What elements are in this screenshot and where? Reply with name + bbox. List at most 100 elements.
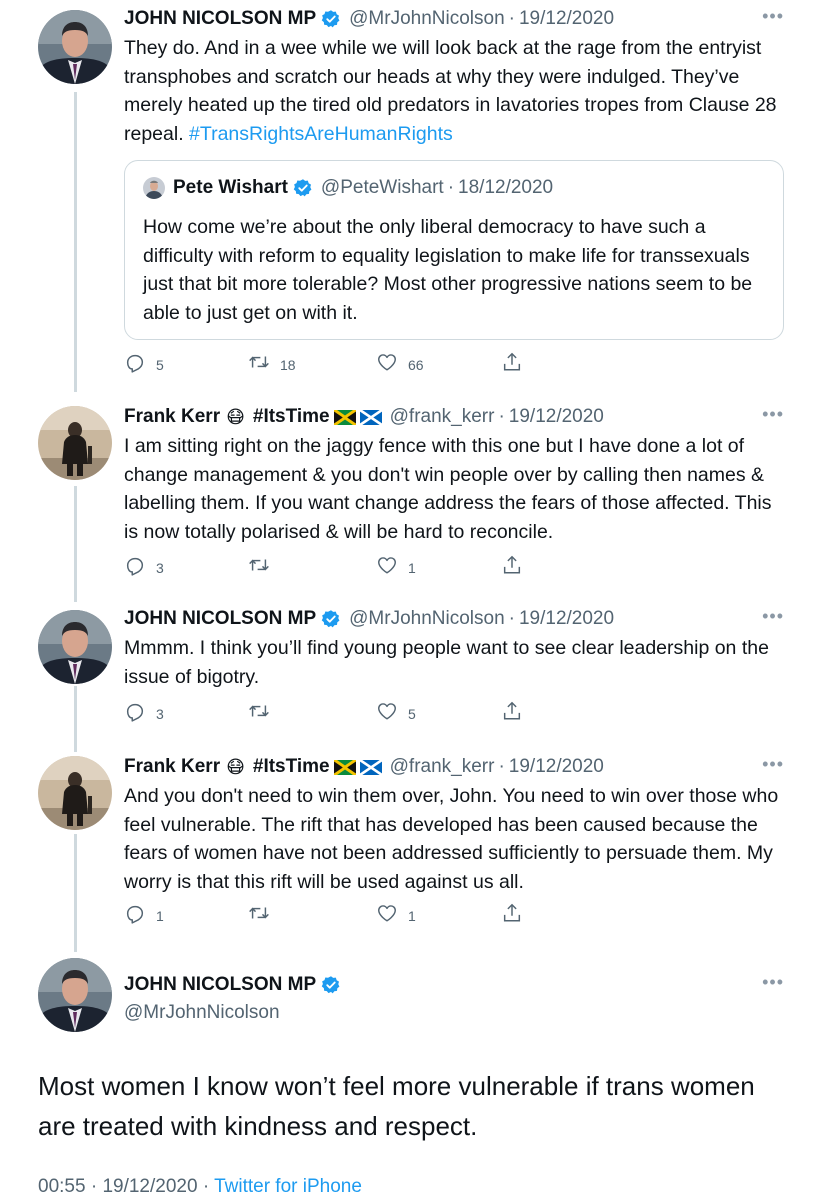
quoted-tweet-text: How come we’re about the only liberal de… <box>143 216 753 324</box>
avatar[interactable] <box>38 756 112 830</box>
more-icon[interactable]: ••• <box>762 754 784 775</box>
avatar[interactable] <box>38 406 112 480</box>
tweet[interactable]: Frank Kerr 😷 #ItsTime @frank_kerr · 19/1… <box>0 748 814 938</box>
separator: · <box>508 8 515 29</box>
separator: · <box>202 1176 210 1197</box>
quoted-author-handle: @PeteWishart <box>320 177 444 198</box>
author-name[interactable]: JOHN NICOLSON MP <box>124 608 316 630</box>
tweet-text: I am sitting right on the jaggy fence wi… <box>124 435 772 543</box>
mask-emoji: 😷 <box>226 756 245 777</box>
tweet-date[interactable]: 19/12/2020 <box>509 756 604 778</box>
author-name[interactable]: JOHN NICOLSON MP <box>124 8 316 30</box>
more-icon[interactable]: ••• <box>762 6 784 27</box>
verified-badge-icon <box>293 178 313 198</box>
tweet-header: JOHN NICOLSON MP @MrJohnNicolson · 19/12… <box>124 6 784 32</box>
like-button[interactable]: 1 <box>376 902 416 924</box>
tweet-date[interactable]: 19/12/2020 <box>509 406 604 428</box>
retweet-count: 18 <box>280 357 296 373</box>
share-icon <box>501 351 523 373</box>
author-name[interactable]: JOHN NICOLSON MP <box>124 974 316 996</box>
reply-button[interactable]: 1 <box>124 902 164 924</box>
profile-photo-icon <box>38 10 112 84</box>
reply-icon <box>124 902 146 924</box>
author-name[interactable]: Frank Kerr <box>124 756 220 778</box>
verified-badge-icon <box>321 9 341 29</box>
tweet-actions: 5 18 66 <box>124 351 524 379</box>
jamaica-flag-icon <box>334 410 356 425</box>
scotland-flag-icon <box>360 410 382 425</box>
share-icon <box>501 902 523 924</box>
retweet-button[interactable]: 18 <box>248 351 296 373</box>
reply-count: 3 <box>156 560 164 576</box>
reply-button[interactable]: 3 <box>124 700 164 722</box>
avatar[interactable] <box>38 10 112 84</box>
tweet[interactable]: JOHN NICOLSON MP @MrJohnNicolson · 19/12… <box>0 600 814 740</box>
like-count: 66 <box>408 357 424 373</box>
author-handle[interactable]: @MrJohnNicolson <box>349 608 505 630</box>
reply-count: 1 <box>156 908 164 924</box>
author-handle[interactable]: @frank_kerr <box>390 756 495 778</box>
like-icon <box>376 902 398 924</box>
tweet-actions: 1 1 <box>124 902 524 930</box>
like-button[interactable]: 1 <box>376 554 416 576</box>
separator: · <box>498 756 505 777</box>
tweet-date[interactable]: 19/12/2020 <box>102 1176 197 1197</box>
reply-count: 3 <box>156 706 164 722</box>
share-button[interactable] <box>501 554 523 576</box>
share-button[interactable] <box>501 700 523 722</box>
retweet-button[interactable] <box>248 902 280 924</box>
tweet[interactable]: JOHN NICOLSON MP @MrJohnNicolson · 19/12… <box>0 0 814 390</box>
tweet-date[interactable]: 19/12/2020 <box>519 8 614 30</box>
hashtag-link[interactable]: #TransRightsAreHumanRights <box>189 123 453 145</box>
quoted-tweet-date: 18/12/2020 <box>458 177 554 198</box>
like-icon <box>376 351 398 373</box>
retweet-icon <box>248 554 270 576</box>
more-icon[interactable]: ••• <box>762 404 784 425</box>
like-icon <box>376 700 398 722</box>
verified-badge-icon <box>321 609 341 629</box>
tweet-header: Frank Kerr 😷 #ItsTime @frank_kerr · 19/1… <box>124 754 784 780</box>
reply-button[interactable]: 3 <box>124 554 164 576</box>
like-count: 1 <box>408 560 416 576</box>
tweet-time[interactable]: 00:55 <box>38 1176 86 1197</box>
tweet-header: JOHN NICOLSON MP ••• <box>124 972 784 998</box>
tweet-date[interactable]: 19/12/2020 <box>519 608 614 630</box>
like-count: 5 <box>408 706 416 722</box>
avatar[interactable] <box>38 958 112 1032</box>
like-button[interactable]: 5 <box>376 700 416 722</box>
tweet-text: And you don't need to win them over, Joh… <box>124 785 779 893</box>
source-app-link[interactable]: Twitter for iPhone <box>214 1176 362 1197</box>
retweet-button[interactable] <box>248 554 280 576</box>
tweet-text: Mmmm. I think you’ll find young people w… <box>124 637 769 688</box>
author-handle[interactable]: @MrJohnNicolson <box>349 8 505 30</box>
like-count: 1 <box>408 908 416 924</box>
like-icon <box>376 554 398 576</box>
main-tweet-text: Most women I know won’t feel more vulner… <box>38 1071 755 1141</box>
more-icon[interactable]: ••• <box>762 972 784 993</box>
retweet-button[interactable] <box>248 700 280 722</box>
separator: · <box>498 406 505 427</box>
author-handle[interactable]: @frank_kerr <box>390 406 495 428</box>
share-button[interactable] <box>501 902 523 924</box>
share-button[interactable] <box>501 351 523 373</box>
tweet-header: Frank Kerr 😷 #ItsTime @frank_kerr · 19/1… <box>124 404 784 430</box>
reply-button[interactable]: 5 <box>124 351 164 373</box>
separator: · <box>90 1176 98 1197</box>
tweet-header: JOHN NICOLSON MP @MrJohnNicolson · 19/12… <box>124 606 784 632</box>
quoted-tweet[interactable]: Pete Wishart @PeteWishart · 18/12/2020 H… <box>124 160 784 340</box>
like-button[interactable]: 66 <box>376 351 424 373</box>
avatar[interactable] <box>38 610 112 684</box>
scotland-flag-icon <box>360 760 382 775</box>
tweet[interactable]: Frank Kerr 😷 #ItsTime @frank_kerr · 19/1… <box>0 398 814 588</box>
retweet-icon <box>248 351 270 373</box>
more-icon[interactable]: ••• <box>762 606 784 627</box>
tweet-meta: 00:55 · 19/12/2020 · Twitter for iPhone <box>38 1176 362 1198</box>
author-name[interactable]: Frank Kerr <box>124 406 220 428</box>
author-handle[interactable]: @MrJohnNicolson <box>124 1002 280 1024</box>
profile-photo-icon <box>38 610 112 684</box>
quoted-author-name: Pete Wishart <box>173 177 288 198</box>
share-icon <box>501 700 523 722</box>
quoted-avatar <box>143 177 165 199</box>
retweet-icon <box>248 902 270 924</box>
profile-photo-icon <box>38 406 112 480</box>
